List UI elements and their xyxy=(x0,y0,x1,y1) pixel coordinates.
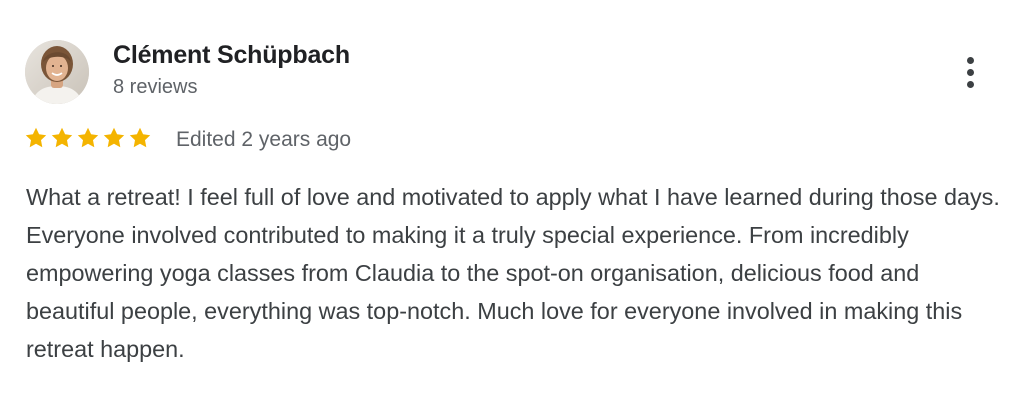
star-rating xyxy=(24,126,152,150)
review-text: What a retreat! I feel full of love and … xyxy=(26,184,1000,362)
review-card: Clément Schüpbach 8 reviews Edited 2 yea… xyxy=(0,0,1024,414)
edited-timestamp: Edited 2 years ago xyxy=(176,128,352,151)
author-name[interactable]: Clément Schüpbach xyxy=(113,41,350,70)
star-icon xyxy=(103,127,125,148)
star-icon xyxy=(77,127,99,148)
review-count[interactable]: 8 reviews xyxy=(113,76,197,99)
star-icon xyxy=(25,127,47,148)
avatar[interactable] xyxy=(25,40,89,104)
more-vert-icon xyxy=(966,56,974,64)
avatar-photo xyxy=(25,40,89,104)
more-vert-icon xyxy=(966,80,974,88)
star-icon xyxy=(129,127,151,148)
star-icon xyxy=(51,127,73,148)
more-options-button[interactable] xyxy=(955,50,985,94)
more-vert-icon xyxy=(966,68,974,76)
